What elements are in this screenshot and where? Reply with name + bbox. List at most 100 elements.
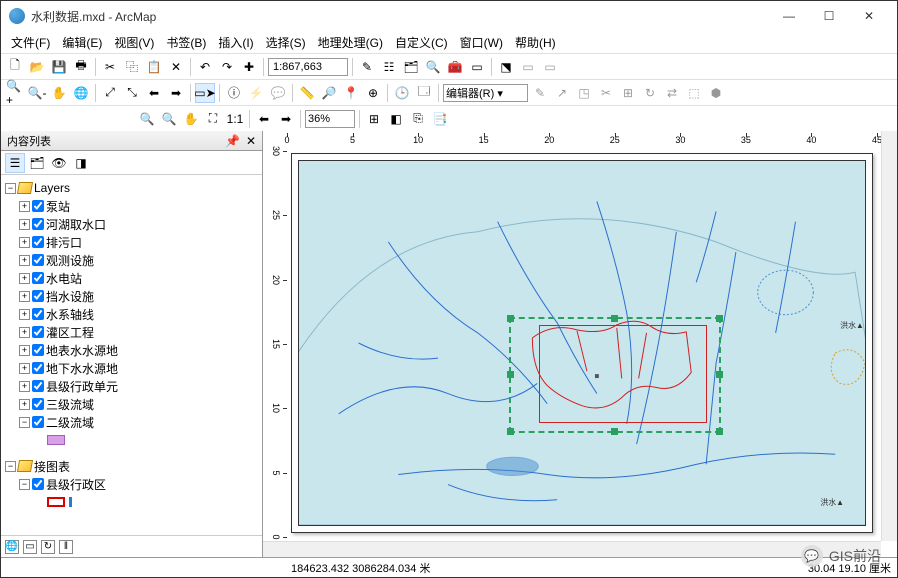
scrollbar-horizontal[interactable]: [263, 541, 881, 557]
resize-handle-s[interactable]: [611, 428, 618, 435]
tree-layer[interactable]: +灌区工程: [5, 323, 258, 341]
layer-checkbox[interactable]: [32, 308, 44, 320]
layer-checkbox[interactable]: [32, 218, 44, 230]
resize-handle-sw[interactable]: [507, 428, 514, 435]
close-button[interactable]: ✕: [849, 2, 889, 30]
minimize-button[interactable]: —: [769, 2, 809, 30]
layout-prev-btn[interactable]: ⬅: [254, 109, 274, 129]
expand-icon[interactable]: +: [19, 363, 30, 374]
toc-close-icon[interactable]: ✕: [246, 134, 256, 148]
model-builder-btn[interactable]: ⬔: [496, 57, 516, 77]
layer-checkbox[interactable]: [32, 380, 44, 392]
tree-symbol-xianji[interactable]: [5, 493, 258, 511]
tree-layer[interactable]: +水电站: [5, 269, 258, 287]
layout-view-button[interactable]: ▭: [23, 540, 37, 554]
open-button[interactable]: 📂: [27, 57, 47, 77]
refresh-button[interactable]: ↻: [41, 540, 55, 554]
menu-select[interactable]: 选择(S): [262, 32, 310, 53]
table-of-contents-btn[interactable]: ☷: [379, 57, 399, 77]
layer-checkbox[interactable]: [32, 362, 44, 374]
layer-checkbox[interactable]: [32, 200, 44, 212]
expand-icon[interactable]: +: [19, 237, 30, 248]
find-route-btn[interactable]: 📍: [341, 83, 361, 103]
menu-customize[interactable]: 自定义(C): [391, 32, 452, 53]
add-data-button[interactable]: ✚: [239, 57, 259, 77]
new-button[interactable]: 🗋: [5, 57, 25, 77]
expand-icon[interactable]: +: [19, 255, 30, 266]
focus-dataframe-btn[interactable]: ◧: [386, 109, 406, 129]
search-btn[interactable]: 🔍: [423, 57, 443, 77]
layer-checkbox[interactable]: [32, 416, 44, 428]
tree-layer[interactable]: +挡水设施: [5, 287, 258, 305]
delete-button[interactable]: ✕: [166, 57, 186, 77]
next-extent-btn[interactable]: ➡: [166, 83, 186, 103]
change-layout-btn[interactable]: ⎘: [408, 109, 428, 129]
tree-layer[interactable]: −二级流域: [5, 413, 258, 431]
tree-layer-xianji[interactable]: − 县级行政区: [5, 475, 258, 493]
layout-zoom-combo[interactable]: [305, 110, 355, 128]
zoom-whole-page-btn[interactable]: ⛶: [203, 109, 223, 129]
expand-icon[interactable]: +: [19, 219, 30, 230]
layout-next-btn[interactable]: ➡: [276, 109, 296, 129]
selected-dataframe[interactable]: [509, 317, 721, 433]
create-viewer-btn[interactable]: 🗔: [414, 83, 434, 103]
fixed-zoom-out-btn[interactable]: ⤡: [122, 83, 142, 103]
toc-tab-visibility[interactable]: 👁: [49, 153, 69, 173]
paste-button[interactable]: 📋: [144, 57, 164, 77]
zoom-in-button[interactable]: 🔍+: [5, 83, 25, 103]
pan-button[interactable]: ✋: [49, 83, 69, 103]
layer-checkbox[interactable]: [32, 254, 44, 266]
resize-handle-ne[interactable]: [716, 315, 723, 322]
layer-checkbox[interactable]: [32, 344, 44, 356]
layer-tree[interactable]: − Layers +泵站+河湖取水口+排污口+观测设施+水电站+挡水设施+水系轴…: [1, 175, 262, 535]
toc-tab-selection[interactable]: ◨: [71, 153, 91, 173]
prev-extent-btn[interactable]: ⬅: [144, 83, 164, 103]
menu-window[interactable]: 窗口(W): [456, 32, 507, 53]
resize-handle-se[interactable]: [716, 428, 723, 435]
layer-checkbox[interactable]: [32, 398, 44, 410]
expand-icon[interactable]: +: [19, 201, 30, 212]
tree-layer[interactable]: +县级行政单元: [5, 377, 258, 395]
layout-page[interactable]: ■ 洪水▲ 洪水▲: [291, 153, 873, 533]
toc-tab-source[interactable]: 🗂: [27, 153, 47, 173]
tree-layer[interactable]: +地表水水源地: [5, 341, 258, 359]
data-view-button[interactable]: 🌐: [5, 540, 19, 554]
layout-zoom-out-btn[interactable]: 🔍: [159, 109, 179, 129]
expand-icon[interactable]: +: [19, 327, 30, 338]
layer-checkbox[interactable]: [32, 236, 44, 248]
layer-checkbox[interactable]: [32, 326, 44, 338]
data-driven-pages-btn[interactable]: 📑: [430, 109, 450, 129]
layout-pan-btn[interactable]: ✋: [181, 109, 201, 129]
print-button[interactable]: 🖶: [71, 57, 91, 77]
tree-layer[interactable]: +水系轴线: [5, 305, 258, 323]
resize-handle-w[interactable]: [507, 371, 514, 378]
scale-input[interactable]: [268, 58, 348, 76]
expand-icon[interactable]: +: [19, 381, 30, 392]
tree-layer[interactable]: +观测设施: [5, 251, 258, 269]
maximize-button[interactable]: ☐: [809, 2, 849, 30]
scrollbar-vertical[interactable]: [881, 131, 897, 541]
tree-layer[interactable]: +河湖取水口: [5, 215, 258, 233]
expand-icon[interactable]: +: [19, 309, 30, 320]
expand-icon[interactable]: −: [19, 417, 30, 428]
menu-edit[interactable]: 编辑(E): [58, 32, 106, 53]
full-extent-button[interactable]: 🌐: [71, 83, 91, 103]
find-btn[interactable]: 🔎: [319, 83, 339, 103]
menu-help[interactable]: 帮助(H): [511, 32, 560, 53]
menu-file[interactable]: 文件(F): [7, 32, 54, 53]
catalog-btn[interactable]: 🗂: [401, 57, 421, 77]
map-canvas[interactable]: 051015202530354045 302520151050: [263, 131, 897, 557]
tree-layer[interactable]: +地下水水源地: [5, 359, 258, 377]
zoom-100-btn[interactable]: 1:1: [225, 109, 245, 129]
menu-bookmarks[interactable]: 书签(B): [162, 32, 210, 53]
tree-symbol-2ji[interactable]: [5, 431, 258, 449]
expand-icon[interactable]: +: [19, 399, 30, 410]
editor-dropdown[interactable]: [443, 84, 528, 102]
tree-layer[interactable]: +排污口: [5, 233, 258, 251]
toc-tab-drawing-order[interactable]: ☰: [5, 153, 25, 173]
menu-geoprocessing[interactable]: 地理处理(G): [314, 32, 387, 53]
expand-icon[interactable]: +: [19, 345, 30, 356]
layout-zoom-in-btn[interactable]: 🔍: [137, 109, 157, 129]
toc-pin-icon[interactable]: 📌: [225, 134, 240, 148]
save-button[interactable]: 💾: [49, 57, 69, 77]
